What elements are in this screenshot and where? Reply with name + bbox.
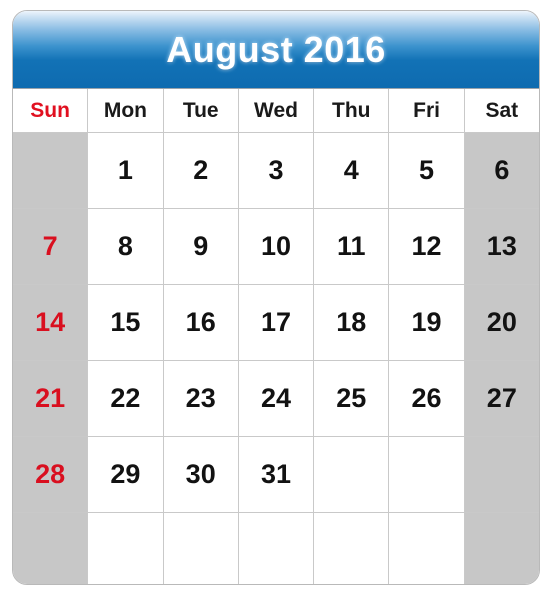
calendar-day-cell[interactable]: 5 — [389, 133, 465, 208]
calendar-widget: August 2016 Sun Mon Tue Wed Thu Fri Sat 123456… — [12, 10, 540, 585]
calendar-empty-cell — [464, 437, 539, 512]
weekday-header-sat: Sat — [464, 89, 539, 132]
calendar-month-year-title: August 2016 — [166, 28, 386, 70]
calendar-empty-cell — [13, 133, 89, 208]
calendar-day-cell[interactable]: 24 — [238, 361, 315, 436]
weekday-header-row: Sun Mon Tue Wed Thu Fri Sat — [13, 89, 539, 133]
calendar-day-cell[interactable]: 8 — [88, 209, 164, 284]
calendar-day-cell[interactable]: 2 — [163, 133, 239, 208]
calendar-day-cell[interactable]: 30 — [163, 437, 239, 512]
weekday-header-tue: Tue — [163, 89, 239, 132]
calendar-day-cell[interactable]: 23 — [163, 361, 239, 436]
calendar-day-cell[interactable]: 26 — [389, 361, 465, 436]
calendar-day-cell[interactable]: 11 — [314, 209, 390, 284]
calendar-day-cell[interactable]: 12 — [389, 209, 465, 284]
calendar-day-cell[interactable]: 27 — [464, 361, 539, 436]
calendar-week-row: 28 29 30 31 — [13, 437, 539, 513]
calendar-day-cell[interactable]: 25 — [314, 361, 390, 436]
calendar-day-cell[interactable]: 20 — [464, 285, 539, 360]
calendar-day-cell[interactable]: 9 — [163, 209, 239, 284]
calendar-day-cell[interactable]: 21 — [13, 361, 89, 436]
calendar-day-cell[interactable]: 31 — [238, 437, 315, 512]
calendar-weeks: 1 2 3 4 5 6 7 8 9 10 11 12 13 14 15 16 17 18 19 20 21 22 23 24 2… — [13, 133, 539, 584]
calendar-day-cell[interactable]: 3 — [238, 133, 315, 208]
calendar-empty-cell — [163, 513, 239, 584]
calendar-empty-cell — [13, 513, 89, 584]
calendar-day-cell[interactable]: 7 — [13, 209, 89, 284]
calendar-week-row: 21 22 23 24 25 26 27 — [13, 361, 539, 437]
calendar-day-cell[interactable]: 28 — [13, 437, 89, 512]
weekday-header-sun: Sun — [13, 89, 89, 132]
calendar-empty-cell — [88, 513, 164, 584]
calendar-day-cell[interactable]: 17 — [238, 285, 315, 360]
calendar-empty-cell — [389, 437, 465, 512]
weekday-header-thu: Thu — [314, 89, 390, 132]
calendar-day-cell[interactable]: 14 — [13, 285, 89, 360]
calendar-day-cell[interactable]: 19 — [389, 285, 465, 360]
calendar-week-row — [13, 513, 539, 584]
calendar-week-row: 123456 — [13, 133, 539, 209]
calendar-week-row: 14 15 16 17 18 19 20 — [13, 285, 539, 361]
calendar-day-cell[interactable]: 29 — [88, 437, 164, 512]
weekday-header-wed: Wed — [238, 89, 315, 132]
calendar-empty-cell — [238, 513, 315, 584]
calendar-day-cell[interactable]: 16 — [163, 285, 239, 360]
calendar-title-bar: August 2016 — [13, 11, 539, 89]
calendar-day-cell[interactable]: 18 — [314, 285, 390, 360]
weekday-header-mon: Mon — [88, 89, 164, 132]
calendar-empty-cell — [314, 437, 390, 512]
calendar-day-cell[interactable]: 15 — [88, 285, 164, 360]
calendar-day-cell[interactable]: 6 — [464, 133, 539, 208]
calendar-day-cell[interactable]: 22 — [88, 361, 164, 436]
calendar-day-cell[interactable]: 1 — [88, 133, 164, 208]
calendar-empty-cell — [389, 513, 465, 584]
calendar-day-cell[interactable]: 10 — [238, 209, 315, 284]
calendar-day-cell[interactable]: 4 — [314, 133, 390, 208]
calendar-empty-cell — [314, 513, 390, 584]
calendar-day-cell[interactable]: 13 — [464, 209, 539, 284]
calendar-empty-cell — [464, 513, 539, 584]
weekday-header-fri: Fri — [389, 89, 465, 132]
calendar-week-row: 7 8 9 10 11 12 13 — [13, 209, 539, 285]
